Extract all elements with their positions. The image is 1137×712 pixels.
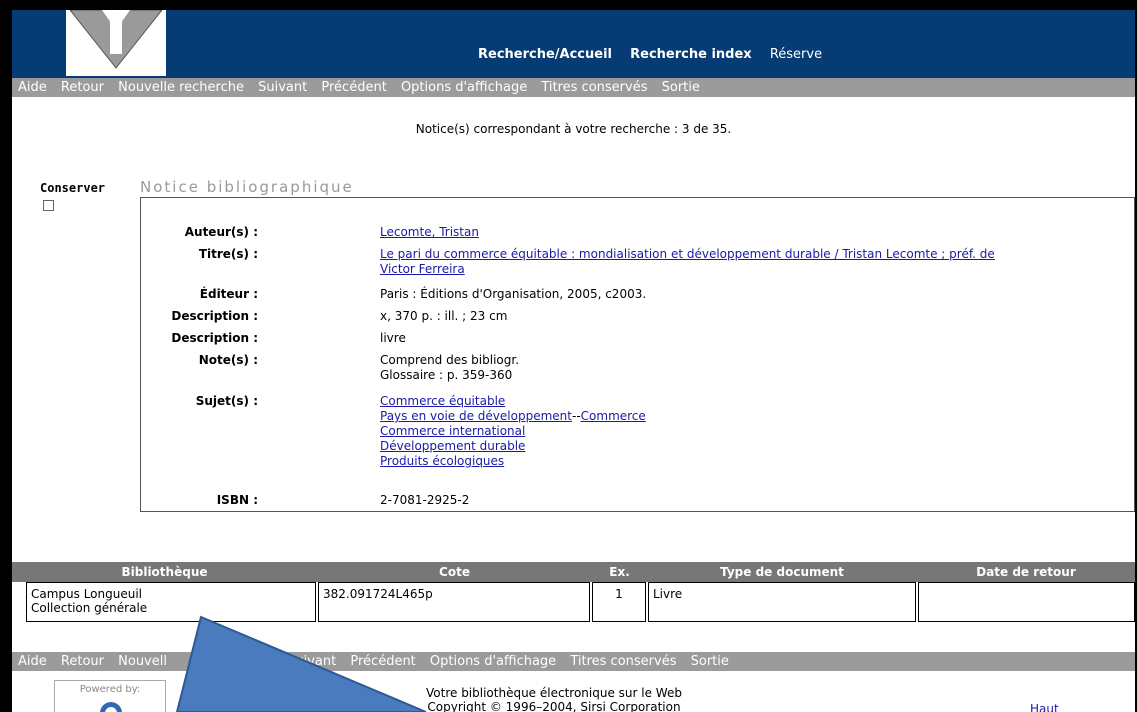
cell-date-retour (918, 582, 1135, 622)
titre-link[interactable]: Le pari du commerce équitable : mondiali… (380, 247, 995, 261)
bibliographic-record: Auteur(s) : Lecomte, Tristan Titre(s) : … (140, 197, 1135, 512)
auteur-link[interactable]: Lecomte, Tristan (380, 225, 479, 239)
menu-retour[interactable]: Retour (61, 80, 104, 95)
nav-recherche-index[interactable]: Recherche index (630, 47, 752, 62)
sujet-2-sub-link[interactable]: Commerce (581, 409, 646, 423)
back-to-top-link[interactable]: Haut (1030, 702, 1059, 712)
menu-bottom-suivant[interactable]: Suivant (287, 654, 336, 669)
col-ex: Ex. (609, 565, 630, 579)
col-bibliotheque: Bibliothèque (121, 565, 208, 579)
titre-link-line2[interactable]: Victor Ferreira (380, 262, 465, 276)
note-1: Comprend des bibliogr. (380, 353, 520, 367)
action-menu-top: Aide Retour Nouvelle recherche Suivant P… (12, 78, 1135, 97)
description-value: x, 370 p. : ill. ; 23 cm (380, 309, 508, 323)
auteur-value: Lecomte, Tristan (380, 225, 479, 240)
menu-aide[interactable]: Aide (18, 80, 47, 95)
conserver-label: Conserver (40, 181, 106, 195)
sujet-4-link[interactable]: Développement durable (380, 439, 525, 453)
col-type: Type de document (720, 565, 844, 579)
menu-bottom-titres-conserves[interactable]: Titres conservés (570, 654, 676, 669)
editeur-value: Paris : Éditions d'Organisation, 2005, c… (380, 287, 647, 301)
conserver-checkbox[interactable] (43, 200, 54, 211)
sirsi-logo-icon (100, 702, 122, 712)
note-2: Glossaire : p. 359-360 (380, 368, 513, 382)
powered-by-label: Powered by: (79, 684, 141, 695)
cell-type: Livre (648, 582, 916, 622)
isbn-label: ISBN : (216, 493, 258, 507)
menu-bottom-retour[interactable]: Retour (61, 654, 104, 669)
powered-by-badge: Powered by: (54, 680, 166, 712)
titre-value: Le pari du commerce équitable : mondiali… (380, 247, 995, 277)
menu-titres-conserves[interactable]: Titres conservés (541, 80, 647, 95)
description-type-label: Description : (171, 331, 258, 345)
library-logo (66, 10, 166, 76)
header-bar: Recherche/Accueil Recherche index Réserv… (12, 10, 1135, 78)
notes-label: Note(s) : (198, 353, 258, 367)
sujet-3-link[interactable]: Commerce international (380, 424, 525, 438)
section-title: Notice bibliographique (140, 178, 354, 196)
description-label: Description : (171, 309, 258, 323)
menu-bottom-options-affichage[interactable]: Options d'affichage (430, 654, 556, 669)
catalog-page: Recherche/Accueil Recherche index Réserv… (12, 10, 1135, 712)
sujet-2-link[interactable]: Pays en voie de développement (380, 409, 572, 423)
sujet-5-link[interactable]: Produits écologiques (380, 454, 504, 468)
holdings-header: Bibliothèque Cote Ex. Type de document D… (12, 562, 1135, 582)
menu-bottom-sortie[interactable]: Sortie (691, 654, 729, 669)
sujets-value: Commerce équitable Pays en voie de dével… (380, 394, 646, 469)
footer-line-2: Copyright © 1996–2004, Sirsi Corporation (427, 700, 681, 712)
action-menu-bottom: Aide Retour Nouvell Suivant Précédent Op… (12, 652, 1135, 671)
notes-value: Comprend des bibliogr. Glossaire : p. 35… (380, 353, 519, 383)
isbn-value: 2-7081-2925-2 (380, 493, 470, 507)
sujet-1-link[interactable]: Commerce équitable (380, 394, 505, 408)
menu-bottom-precedent[interactable]: Précédent (350, 654, 415, 669)
cell-cote: 382.091724L465p (318, 582, 590, 622)
menu-bottom-aide[interactable]: Aide (18, 654, 47, 669)
menu-precedent[interactable]: Précédent (321, 80, 386, 95)
editeur-label: Éditeur : (199, 287, 258, 301)
cell-ex: 1 (592, 582, 646, 622)
menu-suivant[interactable]: Suivant (258, 80, 307, 95)
auteur-label: Auteur(s) : (184, 225, 258, 239)
menu-options-affichage[interactable]: Options d'affichage (401, 80, 527, 95)
footer-line-1: Votre bibliothèque électronique sur le W… (426, 686, 682, 700)
sujet-2-separator: -- (571, 409, 581, 423)
holdings-row: Campus Longueuil Collection générale 382… (12, 582, 1135, 627)
titre-label: Titre(s) : (198, 247, 258, 261)
menu-nouvelle-recherche[interactable]: Nouvelle recherche (118, 80, 244, 95)
nav-recherche-accueil[interactable]: Recherche/Accueil (478, 47, 612, 62)
description-type-value: livre (380, 331, 406, 345)
menu-sortie[interactable]: Sortie (662, 80, 700, 95)
bibliotheque-name: Campus Longueuil (31, 587, 143, 601)
footer-text: Votre bibliothèque électronique sur le W… (426, 686, 682, 712)
sujets-label: Sujet(s) : (195, 394, 258, 408)
top-navigation: Recherche/Accueil Recherche index Réserv… (478, 47, 836, 62)
result-count: Notice(s) correspondant à votre recherch… (415, 122, 732, 136)
col-cote: Cote (439, 565, 470, 579)
cell-bibliotheque: Campus Longueuil Collection générale (26, 582, 316, 622)
nav-reserve[interactable]: Réserve (770, 47, 822, 62)
col-date-retour: Date de retour (976, 565, 1076, 579)
bibliotheque-collection: Collection générale (31, 601, 148, 615)
menu-bottom-nouvelle-recherche[interactable]: Nouvell (118, 654, 167, 669)
